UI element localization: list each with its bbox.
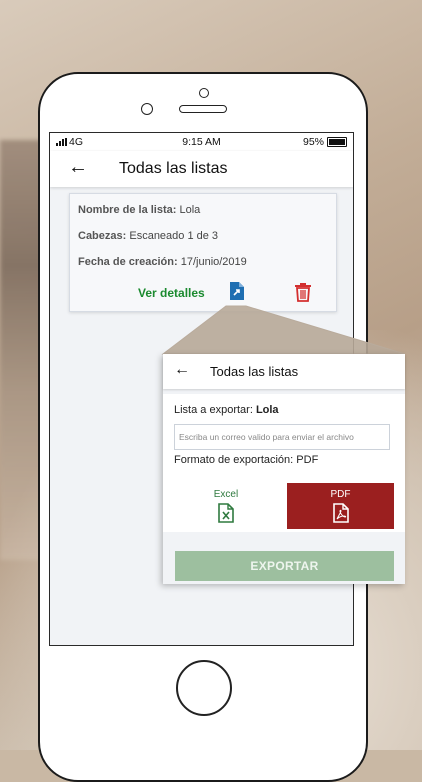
format-pdf-option[interactable]: PDF <box>287 483 394 529</box>
list-name-label: Nombre de la lista: <box>78 204 177 216</box>
export-list-label-text: Lista a exportar: <box>174 404 253 416</box>
list-name-value: Lola <box>179 204 201 216</box>
heads-value: Escaneado 1 de 3 <box>129 230 219 242</box>
pdf-file-icon <box>332 503 349 523</box>
creation-date-label: Fecha de creación: <box>78 256 178 268</box>
list-name-field: Nombre de la lista: Lola <box>78 204 200 216</box>
file-export-icon <box>230 282 244 300</box>
export-list-name: Lola <box>255 404 279 416</box>
dialog-header: ← Todas las listas <box>163 354 405 389</box>
front-sensor <box>199 88 209 98</box>
export-dialog: ← Todas las listas Lista a exportar: Lol… <box>163 354 405 584</box>
view-details-link[interactable]: Ver detalles <box>138 286 205 300</box>
export-format-label: Formato de exportación: PDF <box>174 454 319 466</box>
format-excel-label: Excel <box>213 489 239 500</box>
battery-icon <box>327 137 347 147</box>
app-header: ← Todas las listas <box>50 151 353 187</box>
creation-date-value: 17/junio/2019 <box>180 256 247 268</box>
heads-label: Cabezas: <box>78 230 127 242</box>
format-pdf-label: PDF <box>330 489 351 500</box>
format-excel-option[interactable]: Excel <box>175 483 277 529</box>
status-bar: 4G 9:15 AM 95% <box>50 133 353 151</box>
earpiece-speaker <box>179 105 227 113</box>
delete-button[interactable] <box>292 280 314 304</box>
list-card: Nombre de la lista: Lola Cabezas: Escane… <box>69 193 337 312</box>
dialog-title: Todas las listas <box>210 364 299 379</box>
creation-date-field: Fecha de creación: 17/junio/2019 <box>78 256 247 268</box>
email-input[interactable] <box>174 424 390 450</box>
export-submit-button[interactable]: EXPORTAR <box>175 551 394 581</box>
back-arrow-icon[interactable]: ← <box>68 157 88 177</box>
trash-icon <box>295 283 311 302</box>
battery-indicator: 95% <box>303 136 347 148</box>
dialog-back-arrow-icon[interactable]: ← <box>174 362 190 378</box>
front-camera <box>141 103 153 115</box>
export-file-button[interactable] <box>226 279 248 303</box>
export-list-label: Lista a exportar: Lola <box>174 404 279 416</box>
battery-percent: 95% <box>302 136 324 148</box>
page-title: Todas las listas <box>119 160 228 177</box>
dialog-body: Lista a exportar: Lola Formato de export… <box>163 394 405 532</box>
home-button[interactable] <box>176 660 232 716</box>
excel-file-icon <box>218 503 234 523</box>
heads-field: Cabezas: Escaneado 1 de 3 <box>78 230 218 242</box>
